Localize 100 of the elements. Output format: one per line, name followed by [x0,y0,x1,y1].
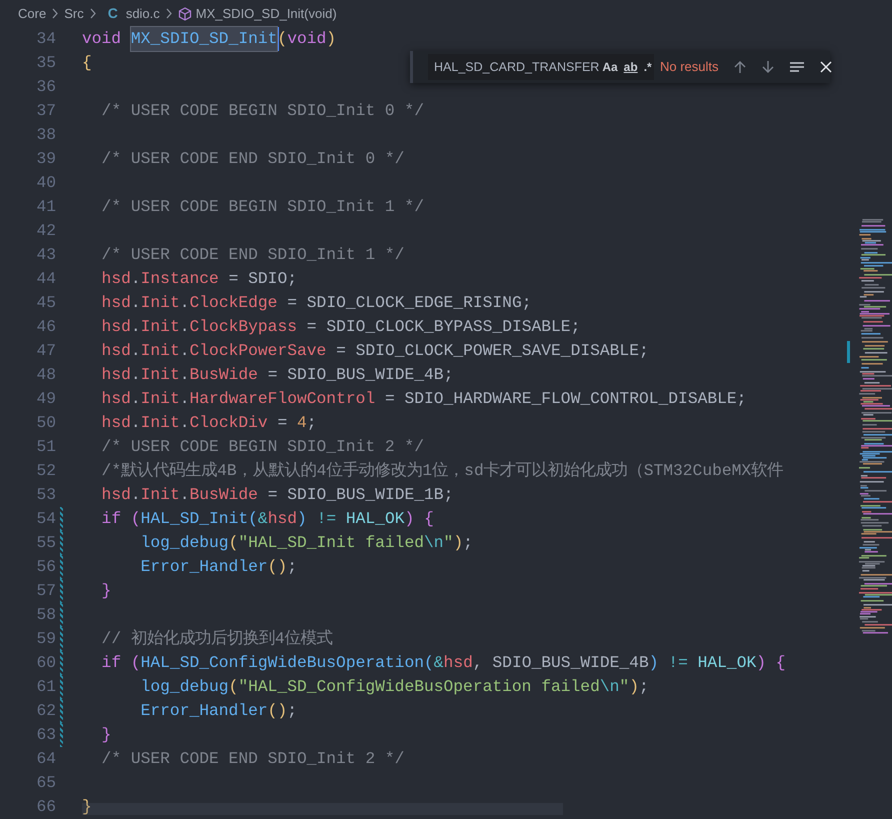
line-number: 52 [35,460,56,482]
code-token: } [102,724,112,746]
line-number: 41 [35,196,56,218]
code-token: . [180,388,190,410]
line-number: 58 [35,604,56,626]
code-token: ) [404,508,414,530]
code-token: ClockEdge [190,292,278,314]
code-token: Init [140,292,180,314]
code-comment: /* USER CODE BEGIN SDIO_Init 2 */ [102,436,424,458]
code-token: ) [326,28,336,50]
line-number: 50 [35,412,56,434]
code-token: Init [140,316,180,338]
code-token: HAL_SD_Init [140,508,248,530]
code-token: MX_SDIO_SD_Init [130,26,278,52]
line-number: 59 [35,628,56,650]
code-token: " [444,532,454,554]
line-number: 55 [35,532,56,554]
line-number: 66 [35,796,56,818]
code-comment: /* USER CODE END SDIO_Init 1 */ [102,244,404,266]
code-comment: /* USER CODE END SDIO_Init 2 */ [102,748,404,770]
code-token: = SDIO; [228,268,297,290]
code-token: ( [130,508,141,530]
code-token: & [434,652,444,674]
code-comment: /* USER CODE BEGIN SDIO_Init 1 */ [102,196,424,218]
breadcrumb-item[interactable]: MX_SDIO_SD_Init(void) [196,4,337,24]
code-token: "HAL_SD_ConfigWideBusOperation failed [238,676,600,698]
line-number: 35 [35,52,56,74]
line-number: 37 [35,100,56,122]
line-number: 44 [35,268,56,290]
code-token: hsd [102,316,131,338]
code-token: HAL_OK [698,652,756,674]
code-token: hsd [102,340,131,362]
code-token: hsd [102,388,131,410]
find-input[interactable]: HAL_SD_CARD_TRANSFER Aa ab .* [428,54,654,80]
code-token: Init [140,340,180,362]
code-token: " [619,676,630,698]
code-token: ClockPowerSave [190,340,326,362]
code-token: hsd [102,364,131,386]
code-token: ) [297,508,307,530]
code-token: Init [140,364,180,386]
code-token: ( [228,676,238,698]
code-token: != [316,508,338,530]
code-token: () [268,700,288,722]
line-number: 64 [35,748,56,770]
previous-match-icon[interactable] [732,60,747,74]
breadcrumb-item[interactable]: Src [64,4,84,24]
line-number: 57 [35,580,56,602]
code-token: ( [130,652,141,674]
whole-word-toggle[interactable]: ab [620,61,641,73]
line-number: 56 [35,556,56,578]
line-number: 49 [35,388,56,410]
line-number: 46 [35,316,56,338]
line-number: 47 [35,340,56,362]
code-token: . [130,292,141,314]
regex-toggle[interactable]: .* [640,61,655,73]
line-number: 39 [35,148,56,170]
code-token: . [130,364,141,386]
code-token: . [130,388,141,410]
code-token: void [82,28,122,50]
chevron-icon [164,8,173,19]
close-icon[interactable] [818,60,833,74]
code-token: . [180,316,190,338]
code-token: \n [424,532,444,554]
code-token: 4 [297,412,307,434]
code-token: ; [638,676,649,698]
selection-lines-icon[interactable] [788,60,805,74]
code-comment: /* USER CODE END SDIO_Init 0 */ [102,148,404,170]
code-token: Error_Handler [140,556,268,578]
cube-icon [178,6,192,20]
code-token: ClockBypass [190,316,297,338]
line-number: 43 [35,244,56,266]
code-token: ) [629,676,639,698]
code-token: ) [756,652,766,674]
line-number: 34 [35,28,56,50]
line-number: 42 [35,220,56,242]
code-token: } [102,580,112,602]
line-number: 54 [35,508,56,530]
breadcrumb-item[interactable]: Core [18,4,46,24]
code-token: () [268,556,288,578]
line-number: 53 [35,484,56,506]
code-comment: /* USER CODE BEGIN SDIO_Init 0 */ [102,100,424,122]
code-token: hsd [102,484,131,506]
code-token: = SDIO_CLOCK_POWER_SAVE_DISABLE; [336,340,649,362]
code-token: . [180,484,190,506]
code-token: . [130,316,141,338]
code-token: = SDIO_HARDWARE_FLOW_CONTROL_DISABLE; [384,388,746,410]
code-token: ; [287,700,297,722]
breadcrumb-item[interactable]: sdio.c [126,4,160,24]
next-match-icon[interactable] [760,60,775,74]
code-token: Error_Handler [140,700,268,722]
line-number: 36 [35,76,56,98]
line-number: 45 [35,292,56,314]
code-comment: /*默认代码生成4B，从默认的4位手动修改为1位，sd卡才可以初始化成功（STM32CubeMX软件 [102,460,784,482]
file-type-icon: C [108,3,118,24]
code-token: . [180,292,190,314]
code-comment: // 初始化成功后切换到4位模式 [102,628,333,650]
line-number: 38 [35,124,56,146]
code-token: HardwareFlowControl [190,388,376,410]
match-case-toggle[interactable]: Aa [599,61,621,73]
code-token: { [82,52,92,74]
